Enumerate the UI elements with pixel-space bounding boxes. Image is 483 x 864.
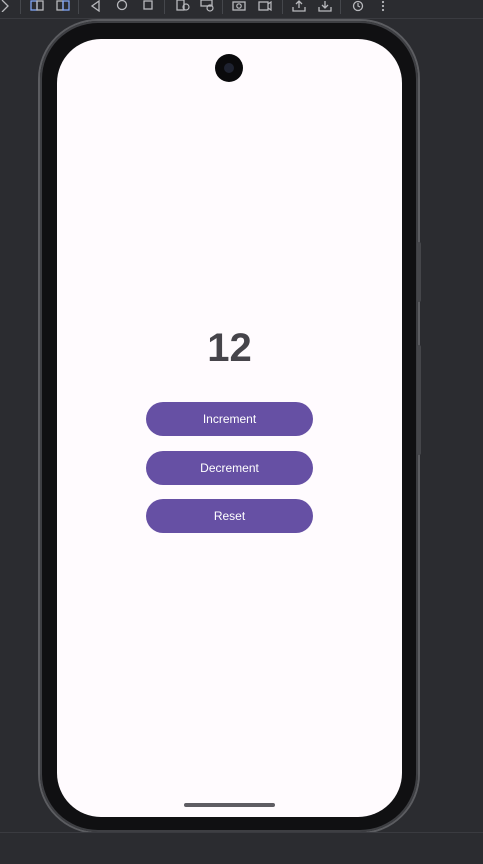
power-button[interactable] [417,345,421,455]
front-camera [215,54,243,82]
download-icon[interactable] [318,0,332,12]
history-icon[interactable] [352,0,366,12]
increment-button[interactable]: Increment [146,402,313,436]
rotate-left-icon[interactable] [176,0,190,12]
pointer-icon[interactable] [0,0,14,12]
emulator-bottom-bar [0,832,483,864]
reset-button[interactable]: Reset [146,499,313,533]
rotate-right-icon[interactable] [200,0,214,12]
record-icon[interactable] [258,0,272,12]
emulator-toolbar [0,0,483,19]
more-icon[interactable] [380,0,394,12]
home-icon[interactable] [116,0,130,12]
back-icon[interactable] [90,0,104,12]
counter-value: 12 [207,326,252,370]
unfold-icon[interactable] [56,0,70,12]
device-screen: 12 Increment Decrement Reset [57,39,402,817]
gesture-navigation-bar[interactable] [184,803,275,807]
volume-button[interactable] [417,242,421,302]
fold-icon[interactable] [30,0,44,12]
screenshot-icon[interactable] [232,0,246,12]
upload-icon[interactable] [292,0,306,12]
decrement-button[interactable]: Decrement [146,451,313,485]
overview-icon[interactable] [142,0,156,12]
